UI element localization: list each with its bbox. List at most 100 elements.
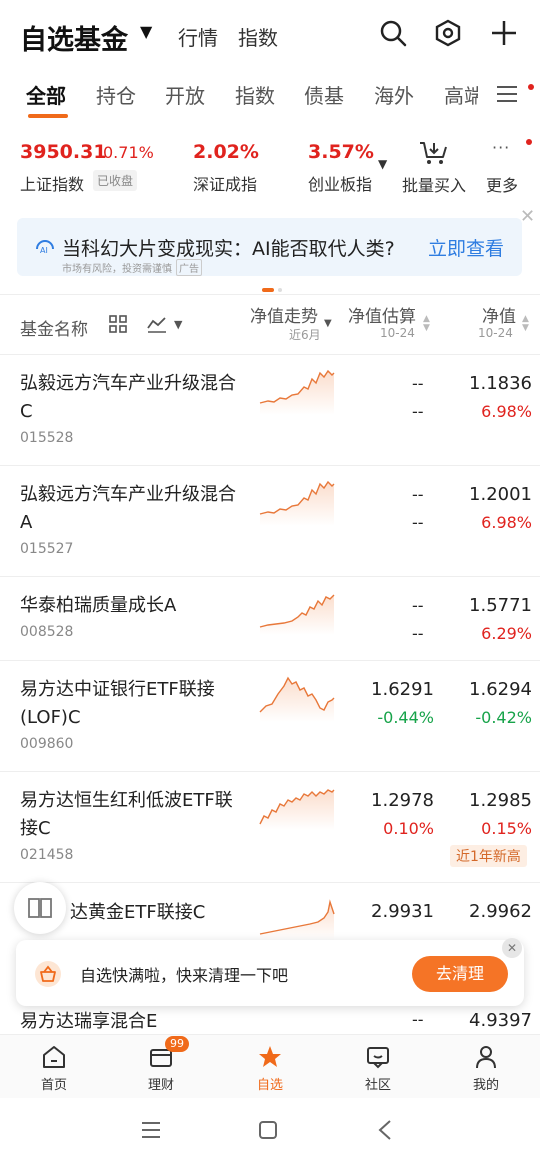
estimate-change: --: [412, 624, 424, 643]
recents-icon[interactable]: [140, 1120, 162, 1140]
add-icon[interactable]: [489, 18, 519, 48]
nav-change: 0.15%: [481, 819, 532, 838]
nav-value: 1.6294: [469, 679, 532, 700]
index-cyb-name[interactable]: 创业板指: [308, 171, 372, 195]
index-sh-change: 0.71%: [103, 143, 154, 162]
title-dropdown-icon[interactable]: ▼: [140, 22, 152, 41]
index-sz-value[interactable]: 2.02%: [193, 141, 259, 163]
estimate-value: 1.6291: [371, 679, 434, 700]
search-icon[interactable]: [378, 18, 408, 48]
tab-index[interactable]: 指数: [235, 80, 275, 109]
tab-high-end[interactable]: 高端: [444, 80, 478, 109]
batch-buy-label[interactable]: 批量买入: [402, 172, 466, 196]
star-icon[interactable]: [257, 1044, 283, 1070]
tab-all[interactable]: 全部: [26, 80, 66, 109]
nav-value: 1.1836: [469, 373, 532, 394]
nav-wealth[interactable]: 理财: [131, 1074, 191, 1093]
page-title[interactable]: 自选基金: [20, 18, 128, 57]
col-nav-date: 10-24: [478, 326, 513, 340]
estimate-value: --: [412, 374, 424, 393]
nav-home[interactable]: 首页: [24, 1074, 84, 1093]
nav-value: 4.9397: [469, 1010, 532, 1031]
risk-note: 市场有风险，投资需谨慎: [62, 264, 172, 275]
trend-sparkline: [259, 480, 335, 526]
tab-active-indicator: [28, 114, 68, 118]
ai-icon: AI: [36, 240, 54, 255]
more-label[interactable]: 更多: [486, 172, 518, 196]
nav-profile[interactable]: 我的: [456, 1074, 516, 1093]
estimate-change: -0.44%: [377, 708, 434, 727]
estimate-value: --: [412, 596, 424, 615]
banner-close-icon[interactable]: ✕: [520, 206, 535, 227]
col-trend-sub: 近6月: [289, 328, 321, 342]
toast-message: 自选快满啦，快来清理一下吧: [80, 966, 289, 985]
fund-name[interactable]: 易方达中证银行ETF联接(LOF)C: [20, 676, 245, 732]
pager-dot: [278, 288, 282, 292]
nav-value: 1.2001: [469, 484, 532, 505]
tab-bond[interactable]: 债基: [304, 80, 344, 109]
col-nav[interactable]: 净值: [482, 302, 516, 327]
fund-name[interactable]: 弘毅远方汽车产业升级混合C: [20, 370, 245, 426]
fund-name[interactable]: 华泰柏瑞质量成长A: [20, 592, 245, 620]
chart-toggle-icon[interactable]: [146, 314, 168, 334]
home-icon[interactable]: [41, 1044, 67, 1070]
nav-watchlist[interactable]: 自选: [240, 1074, 300, 1093]
nav-change: 6.29%: [481, 624, 532, 643]
estimate-value: --: [412, 485, 424, 504]
pager-dot-active: [262, 288, 274, 292]
nav-market[interactable]: 行情: [178, 22, 218, 51]
new-high-badge: 近1年新高: [450, 845, 527, 867]
tab-fade: [478, 72, 498, 112]
profile-icon[interactable]: [473, 1044, 499, 1070]
back-icon[interactable]: [376, 1119, 394, 1141]
index-sz-name[interactable]: 深证成指: [193, 171, 257, 195]
trend-sparkline: [259, 676, 335, 722]
fund-name[interactable]: 易方达瑞享混合E: [20, 1008, 245, 1034]
tab-open[interactable]: 开放: [165, 80, 205, 109]
nav-sort-icon[interactable]: ▲ ▼: [522, 315, 529, 333]
banner-text[interactable]: 当科幻大片变成现实：AI能否取代人类?: [62, 234, 395, 261]
index-sh-name[interactable]: 上证指数: [20, 171, 84, 195]
trend-dropdown-icon[interactable]: ▼: [324, 318, 332, 329]
settings-hex-icon[interactable]: [433, 18, 463, 48]
estimate-change: --: [412, 402, 424, 421]
fund-code: 008528: [20, 624, 74, 640]
home-button-icon[interactable]: [258, 1120, 278, 1140]
chart-dropdown-icon[interactable]: ▼: [174, 318, 182, 331]
more-dots-icon[interactable]: ···: [492, 138, 510, 157]
fund-name[interactable]: 易方达恒生红利低波ETF联接C: [20, 787, 245, 843]
fund-code: 015528: [20, 430, 74, 446]
toast-close-icon[interactable]: ✕: [502, 938, 522, 958]
fund-code: 021458: [20, 847, 74, 863]
community-icon[interactable]: [365, 1044, 391, 1070]
nav-change: -0.42%: [475, 708, 532, 727]
nav-value: 1.2985: [469, 790, 532, 811]
basket-icon: [35, 961, 61, 987]
tab-overseas[interactable]: 海外: [374, 80, 414, 109]
wealth-badge: 99: [165, 1036, 189, 1052]
reader-icon: [28, 898, 52, 918]
col-fund-name[interactable]: 基金名称: [20, 315, 88, 340]
index-sh-value[interactable]: 3950.31: [20, 141, 107, 163]
col-estimate-date: 10-24: [380, 326, 415, 340]
cleanup-button[interactable]: 去清理: [412, 956, 508, 992]
col-estimate[interactable]: 净值估算: [348, 302, 416, 327]
col-trend[interactable]: 净值走势: [250, 302, 318, 327]
nav-value: 1.5771: [469, 595, 532, 616]
estimate-value: 1.2978: [371, 790, 434, 811]
nav-community[interactable]: 社区: [348, 1074, 408, 1093]
nav-index[interactable]: 指数: [238, 22, 278, 51]
nav-change: 6.98%: [481, 402, 532, 421]
fund-name[interactable]: 弘毅远方汽车产业升级混合A: [20, 481, 245, 537]
estimate-value: --: [412, 1010, 424, 1029]
banner-view-link[interactable]: 立即查看: [428, 234, 504, 261]
index-cyb-value[interactable]: 3.57%: [308, 141, 374, 163]
batch-buy-icon[interactable]: [418, 140, 448, 166]
estimate-sort-icon[interactable]: ▲ ▼: [423, 315, 430, 333]
tab-holdings[interactable]: 持仓: [96, 80, 136, 109]
fund-code: 009860: [20, 736, 74, 752]
index-switch-icon[interactable]: ▼: [378, 157, 387, 171]
grid-view-icon[interactable]: [108, 314, 128, 334]
market-status-badge: 已收盘: [93, 170, 138, 191]
tab-menu-icon[interactable]: [496, 84, 518, 104]
